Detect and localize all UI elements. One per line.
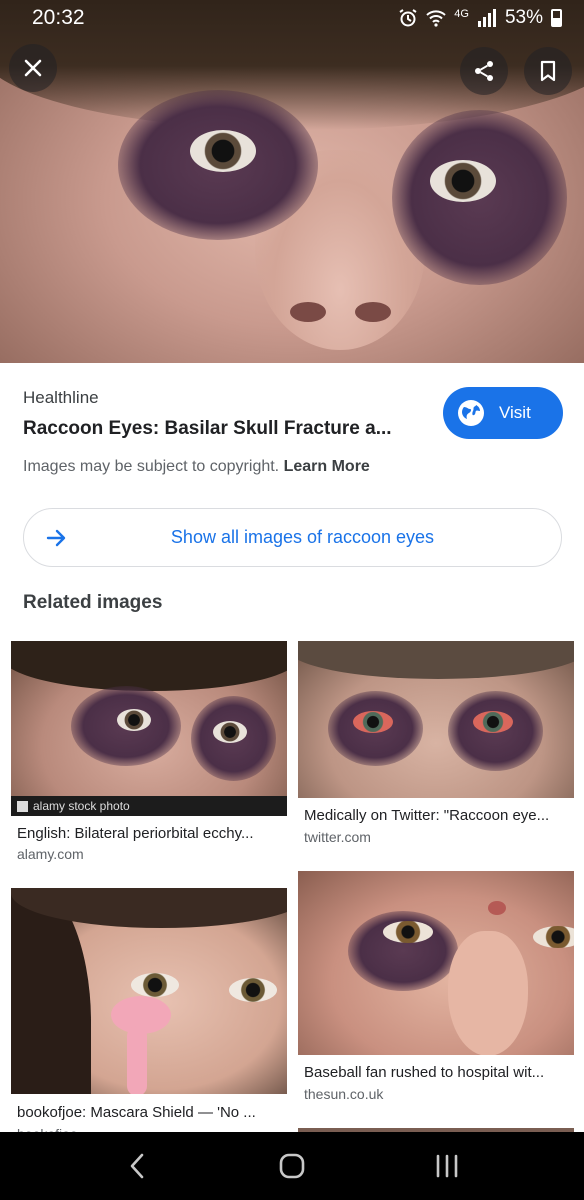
hair-region (298, 641, 574, 679)
home-button[interactable] (262, 1141, 322, 1191)
alamy-logo-icon (17, 800, 28, 812)
back-icon (131, 1153, 144, 1179)
bookmark-icon (540, 60, 556, 82)
related-domain: thesun.co.uk (304, 1086, 384, 1102)
related-thumbnail[interactable]: alamy stock photo (11, 641, 287, 816)
cut-mark (488, 901, 506, 915)
signal-icon (477, 9, 496, 27)
visit-button[interactable]: Visit (443, 387, 563, 439)
nose-region (448, 931, 528, 1055)
nostril (290, 302, 326, 322)
eye-right (430, 160, 496, 202)
eye-right (213, 721, 247, 743)
share-icon (475, 61, 493, 81)
related-title[interactable]: Medically on Twitter: "Raccoon eye... (304, 807, 569, 824)
network-label: 4G (454, 8, 469, 20)
status-bar: 20:32 4G 53% (0, 0, 584, 36)
battery-percent: 53% (504, 7, 543, 28)
related-title[interactable]: bookofjoe: Mascara Shield — 'No ... (17, 1104, 282, 1121)
mascara-shield-handle (127, 1026, 147, 1094)
status-time: 20:32 (32, 6, 85, 29)
hero-image[interactable]: 20:32 4G 53% (0, 0, 584, 363)
status-icons: 4G 53% (398, 7, 562, 29)
eye-left (383, 921, 433, 943)
eye-left (117, 709, 151, 731)
result-title[interactable]: Raccoon Eyes: Basilar Skull Fracture a..… (23, 418, 403, 440)
related-domain: twitter.com (304, 829, 371, 845)
back-button[interactable] (107, 1141, 167, 1191)
learn-more-link[interactable]: Learn More (284, 458, 370, 475)
eye-right (473, 711, 513, 733)
related-thumbnail[interactable] (11, 888, 287, 1094)
recents-icon (436, 1154, 457, 1178)
show-all-label: Show all images of raccoon eyes (170, 527, 435, 547)
globe-icon (458, 400, 484, 426)
share-button[interactable] (460, 47, 508, 95)
copyright-text: Images may be subject to copyright. (23, 458, 280, 475)
related-title[interactable]: Baseball fan rushed to hospital wit... (304, 1064, 569, 1081)
related-thumbnail[interactable] (298, 641, 574, 798)
home-icon (279, 1153, 305, 1179)
hair-region (11, 641, 287, 691)
eye-left (190, 130, 256, 172)
source-name[interactable]: Healthline (23, 388, 99, 408)
visit-label: Visit (499, 403, 531, 422)
eye-left (353, 711, 393, 733)
related-heading: Related images (23, 592, 163, 613)
system-nav-bar (0, 1132, 584, 1200)
watermark-bar: alamy stock photo (11, 796, 287, 816)
related-domain: alamy.com (17, 846, 84, 862)
show-all-images-button[interactable]: Show all images of raccoon eyes (23, 508, 562, 567)
wifi-icon (426, 10, 446, 27)
related-title[interactable]: English: Bilateral periorbital ecchy... (17, 825, 282, 842)
close-icon (24, 59, 42, 77)
arrow-right-icon (46, 529, 66, 547)
recents-button[interactable] (417, 1141, 477, 1191)
bookmark-button[interactable] (524, 47, 572, 95)
nostril (355, 302, 391, 322)
close-button[interactable] (9, 44, 57, 92)
watermark-text: alamy stock photo (33, 799, 130, 813)
related-thumbnail[interactable] (298, 871, 574, 1055)
copyright-notice: Images may be subject to copyright. Lear… (23, 458, 370, 476)
alarm-icon (399, 9, 417, 27)
eye-left (131, 973, 179, 997)
eye-right (229, 978, 277, 1002)
battery-icon (551, 9, 562, 27)
eye-right (533, 926, 574, 948)
